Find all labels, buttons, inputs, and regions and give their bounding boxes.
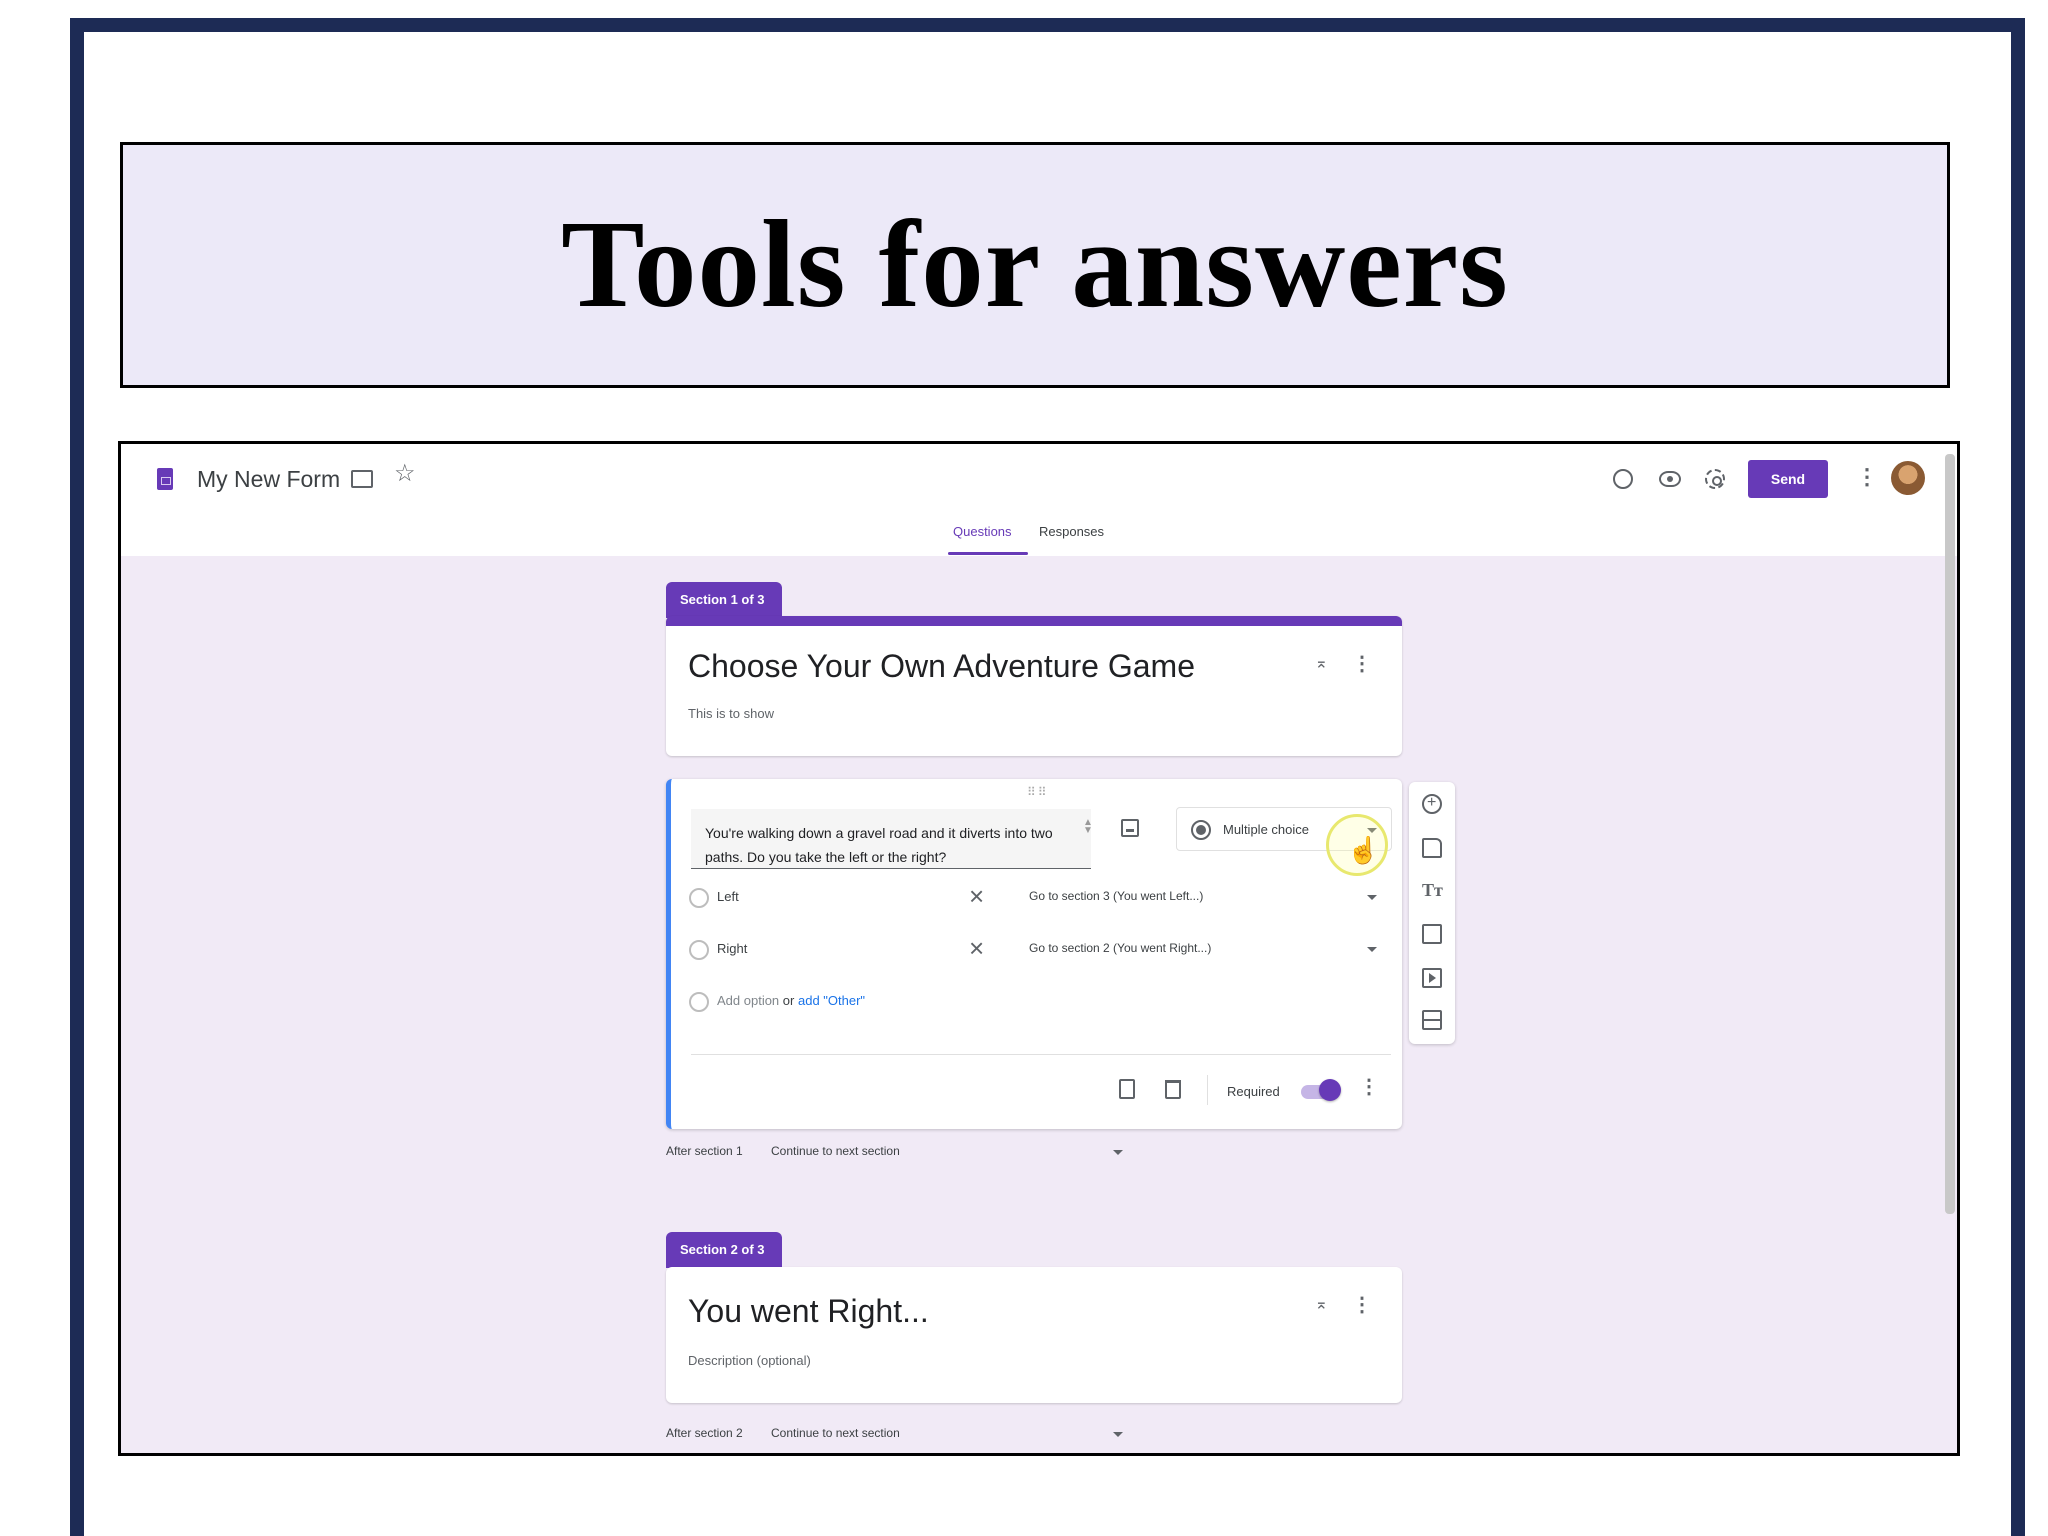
delete-icon[interactable]: [1165, 1080, 1181, 1099]
add-question-icon[interactable]: [1422, 794, 1442, 814]
add-option-link[interactable]: Add option: [717, 993, 779, 1008]
radio-icon: [689, 940, 709, 960]
settings-gear-icon[interactable]: [1705, 469, 1725, 489]
avatar[interactable]: [1891, 461, 1925, 495]
after-section-2[interactable]: After section 2 Continue to next section: [666, 1426, 1123, 1440]
option-row-left[interactable]: Left × Go to section 3 (You went Left...…: [689, 883, 1389, 913]
section-more-icon[interactable]: ⋮: [1352, 1295, 1372, 1315]
add-option-row[interactable]: Add option or add "Other": [689, 987, 1389, 1017]
tab-responses[interactable]: Responses: [1039, 524, 1104, 539]
forms-logo-icon[interactable]: [157, 468, 173, 490]
section-more-icon[interactable]: ⋮: [1352, 654, 1372, 674]
collapse-icon[interactable]: ⌅: [1315, 1297, 1328, 1313]
remove-option-icon[interactable]: ×: [969, 883, 984, 909]
multiple-choice-icon: [1191, 820, 1211, 840]
side-toolbar: Tт: [1409, 782, 1455, 1044]
add-title-icon[interactable]: Tт: [1422, 880, 1443, 900]
add-image-icon[interactable]: [1121, 819, 1139, 837]
add-section-icon[interactable]: [1422, 1010, 1442, 1030]
question-scroll-arrows[interactable]: ▲ ▼: [1083, 818, 1093, 836]
add-image-icon[interactable]: [1422, 924, 1442, 944]
section-2-header-card[interactable]: You went Right... Description (optional)…: [666, 1267, 1402, 1403]
question-footer-divider: [691, 1054, 1391, 1055]
chevron-down-icon: [1367, 947, 1377, 952]
after-section-value[interactable]: Continue to next section: [771, 1426, 900, 1440]
chevron-down-icon[interactable]: [1113, 1150, 1123, 1155]
after-section-1[interactable]: After section 1 Continue to next section: [666, 1144, 1123, 1158]
section-1-tab: Section 1 of 3: [666, 582, 782, 618]
screenshot: My New Form ☆ Send ⋮ Questions Responses…: [118, 441, 1960, 1456]
more-vert-icon[interactable]: ⋮: [1856, 466, 1878, 488]
star-icon[interactable]: ☆: [394, 462, 416, 486]
send-button[interactable]: Send: [1748, 460, 1828, 498]
required-toggle-knob[interactable]: [1319, 1079, 1341, 1101]
section-2-tab: Section 2 of 3: [666, 1232, 782, 1268]
section-2-title[interactable]: You went Right...: [688, 1293, 929, 1330]
section-1-header-card[interactable]: Choose Your Own Adventure Game This is t…: [666, 616, 1402, 756]
question-more-icon[interactable]: ⋮: [1359, 1077, 1379, 1097]
section-1-title[interactable]: Choose Your Own Adventure Game: [688, 648, 1195, 685]
collapse-icon[interactable]: ⌅: [1315, 656, 1328, 672]
hand-cursor-icon: ☝: [1347, 835, 1380, 865]
top-bar: My New Form ☆ Send ⋮ Questions Responses: [121, 444, 1957, 556]
radio-icon: [689, 992, 709, 1012]
active-tab-underline: [948, 552, 1028, 555]
drag-handle-icon[interactable]: ⠿⠿: [1027, 785, 1049, 799]
after-section-label: After section 2: [666, 1426, 743, 1440]
question-type-label: Multiple choice: [1223, 822, 1309, 837]
option-row-right[interactable]: Right × Go to section 2 (You went Right.…: [689, 935, 1389, 965]
tab-questions[interactable]: Questions: [953, 524, 1012, 539]
chevron-down-icon: [1367, 895, 1377, 900]
radio-icon: [689, 888, 709, 908]
preview-eye-icon[interactable]: [1659, 471, 1681, 487]
required-label: Required: [1227, 1084, 1280, 1099]
question-card[interactable]: ⠿⠿ You're walking down a gravel road and…: [666, 779, 1402, 1129]
option-label[interactable]: Right: [717, 941, 747, 956]
remove-option-icon[interactable]: ×: [969, 935, 984, 961]
import-questions-icon[interactable]: [1422, 838, 1442, 858]
slide-title-box: Tools for answers: [120, 142, 1950, 388]
form-name[interactable]: My New Form: [197, 466, 340, 493]
or-label: or: [782, 993, 795, 1008]
after-section-label: After section 1: [666, 1144, 743, 1158]
form-tabs: Questions Responses: [121, 522, 1957, 556]
footer-separator: [1207, 1075, 1208, 1105]
question-text-field[interactable]: You're walking down a gravel road and it…: [691, 809, 1091, 869]
option-label[interactable]: Left: [717, 889, 739, 904]
after-section-value[interactable]: Continue to next section: [771, 1144, 900, 1158]
scrollbar[interactable]: [1945, 454, 1955, 1214]
slide-title: Tools for answers: [561, 195, 1509, 334]
goto-section-select[interactable]: Go to section 2 (You went Right...): [1029, 941, 1389, 961]
folder-icon[interactable]: [351, 470, 373, 488]
section-1-description[interactable]: This is to show: [688, 706, 774, 721]
goto-section-value: Go to section 3 (You went Left...): [1029, 889, 1204, 903]
add-option-line: Add option or add "Other": [717, 993, 865, 1008]
chevron-down-icon[interactable]: [1113, 1432, 1123, 1437]
section-2-description[interactable]: Description (optional): [688, 1353, 811, 1368]
palette-icon[interactable]: [1613, 469, 1633, 489]
add-video-icon[interactable]: [1422, 968, 1442, 988]
goto-section-select[interactable]: Go to section 3 (You went Left...): [1029, 889, 1389, 909]
add-other-link[interactable]: add "Other": [798, 993, 865, 1008]
goto-section-value: Go to section 2 (You went Right...): [1029, 941, 1212, 955]
duplicate-icon[interactable]: [1119, 1079, 1135, 1099]
